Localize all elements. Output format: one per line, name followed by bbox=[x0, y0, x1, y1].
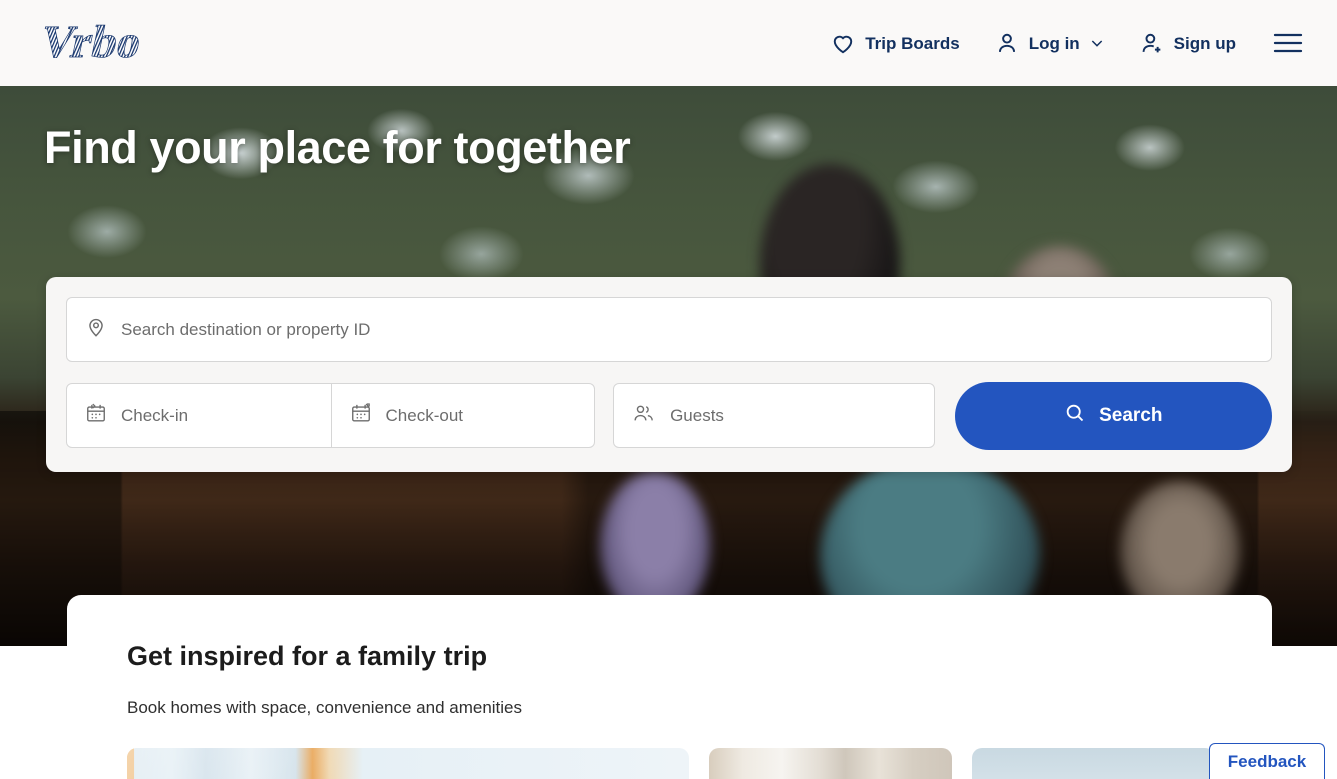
checkout-placeholder: Check-out bbox=[385, 405, 464, 425]
checkout-input[interactable]: Check-out bbox=[330, 384, 595, 447]
svg-text:Vrbo: Vrbo bbox=[36, 17, 146, 67]
inspiration-section: Get inspired for a family trip Book home… bbox=[67, 595, 1272, 779]
date-fields-group: Check-in Check-out bbox=[66, 383, 596, 448]
section-subtitle: Book homes with space, convenience and a… bbox=[127, 698, 523, 717]
nav-trip-boards[interactable]: Trip Boards bbox=[813, 20, 976, 66]
header-nav: Trip Boards Log in Sign up bbox=[813, 0, 1317, 86]
search-panel: Search destination or property ID Check-… bbox=[46, 277, 1292, 472]
heart-icon bbox=[830, 30, 856, 56]
nav-log-in-label: Log in bbox=[1028, 33, 1080, 53]
nav-trip-boards-label: Trip Boards bbox=[865, 33, 960, 53]
inspiration-card-dog[interactable] bbox=[709, 748, 952, 779]
guests-input[interactable]: Guests bbox=[613, 383, 935, 448]
inspiration-card-sunroom[interactable] bbox=[127, 748, 689, 779]
search-row-secondary: Check-in Check-out Guests Search bbox=[66, 381, 1272, 450]
hero-title: Find your place for together bbox=[44, 122, 631, 173]
location-pin-icon bbox=[85, 316, 107, 343]
nav-sign-up-label: Sign up bbox=[1173, 33, 1236, 53]
beach-image bbox=[972, 748, 1215, 779]
checkin-input[interactable]: Check-in bbox=[67, 384, 331, 447]
user-icon bbox=[994, 30, 1020, 56]
sunroom-image bbox=[127, 748, 689, 779]
chevron-down-icon bbox=[1089, 35, 1105, 51]
user-plus-icon bbox=[1139, 30, 1165, 56]
inspiration-card-beach[interactable] bbox=[972, 748, 1215, 779]
nav-log-in[interactable]: Log in bbox=[977, 20, 1122, 66]
calendar-arrow-in-icon bbox=[85, 402, 107, 429]
feedback-button[interactable]: Feedback bbox=[1209, 743, 1325, 779]
search-icon bbox=[1064, 402, 1086, 430]
search-button-label: Search bbox=[1099, 404, 1163, 426]
hamburger-menu-icon[interactable] bbox=[1253, 22, 1317, 64]
nav-sign-up[interactable]: Sign up bbox=[1122, 20, 1253, 66]
search-button[interactable]: Search bbox=[954, 381, 1272, 450]
guests-placeholder: Guests bbox=[670, 405, 724, 425]
destination-input[interactable]: Search destination or property ID bbox=[66, 297, 1272, 362]
guests-icon bbox=[632, 401, 656, 430]
vrbo-homepage: Vrbo Trip Boards Log in Sign up Find you… bbox=[0, 0, 1337, 779]
calendar-arrow-out-icon bbox=[350, 402, 372, 429]
checkin-placeholder: Check-in bbox=[121, 405, 189, 425]
feedback-button-label: Feedback bbox=[1227, 751, 1307, 771]
section-title: Get inspired for a family trip bbox=[127, 641, 488, 671]
vrbo-logo[interactable]: Vrbo bbox=[26, 13, 186, 69]
dog-image bbox=[709, 748, 952, 779]
site-header: Vrbo Trip Boards Log in Sign up bbox=[0, 0, 1337, 86]
destination-placeholder: Search destination or property ID bbox=[121, 319, 371, 339]
inspiration-cards bbox=[127, 748, 1215, 779]
